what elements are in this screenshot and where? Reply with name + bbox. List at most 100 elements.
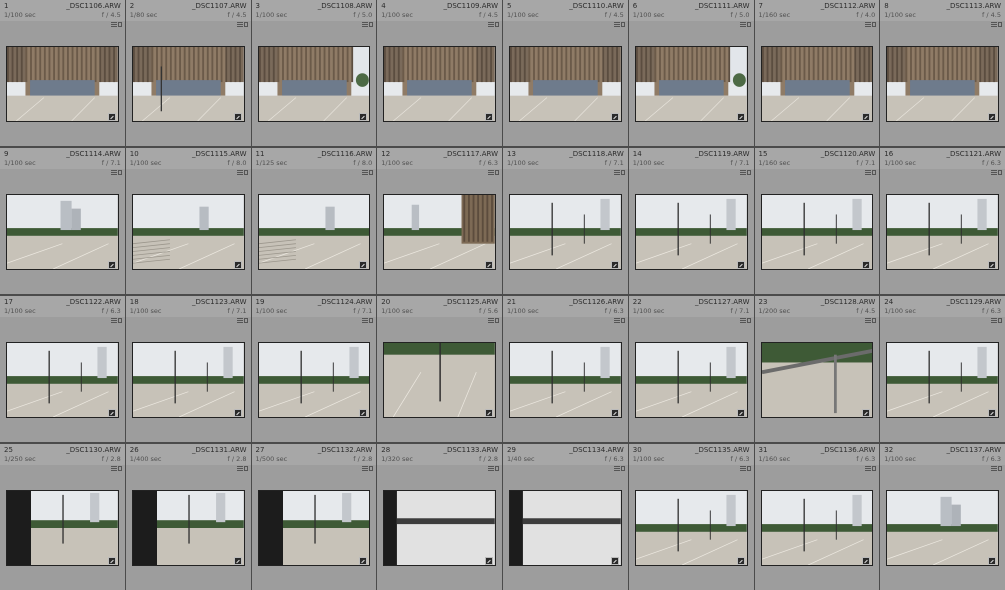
thumbnail-cell[interactable]: 2 _DSC1107.ARW 1/80 sec f / 4.5 bbox=[125, 0, 251, 146]
develop-settings-icon[interactable] bbox=[736, 261, 745, 269]
metadata-badge-icon[interactable] bbox=[488, 22, 499, 28]
photo-thumbnail[interactable] bbox=[886, 342, 999, 418]
metadata-badge-icon[interactable] bbox=[865, 466, 877, 472]
photo-thumbnail[interactable] bbox=[131, 490, 245, 566]
photo-thumbnail[interactable] bbox=[509, 490, 622, 566]
metadata-badge-icon[interactable] bbox=[488, 466, 499, 472]
thumbnail-cell[interactable]: 28 _DSC1133.ARW 1/320 sec f / 2.8 bbox=[377, 444, 502, 590]
thumbnail-cell[interactable]: 11 _DSC1116.ARW 1/125 sec f / 8.0 bbox=[251, 148, 377, 294]
thumbnail-cell[interactable]: 8 _DSC1113.ARW 1/100 sec f / 4.5 bbox=[880, 0, 1005, 146]
thumbnail-cell[interactable]: 7 _DSC1112.ARW 1/160 sec f / 4.0 bbox=[754, 0, 880, 146]
photo-thumbnail[interactable] bbox=[886, 194, 999, 270]
photo-thumbnail[interactable] bbox=[131, 342, 245, 418]
photo-thumbnail[interactable] bbox=[634, 46, 748, 122]
develop-settings-icon[interactable] bbox=[107, 557, 116, 565]
metadata-badge-icon[interactable] bbox=[613, 318, 625, 324]
thumbnail-cell[interactable]: 25 _DSC1130.ARW 1/250 sec f / 2.8 bbox=[0, 444, 125, 590]
metadata-badge-icon[interactable] bbox=[991, 466, 1002, 472]
thumbnail-cell[interactable]: 13 _DSC1118.ARW 1/100 sec f / 7.1 bbox=[503, 148, 628, 294]
metadata-badge-icon[interactable] bbox=[991, 170, 1002, 176]
develop-settings-icon[interactable] bbox=[610, 409, 619, 417]
thumbnail-cell[interactable]: 5 _DSC1110.ARW 1/100 sec f / 4.5 bbox=[503, 0, 628, 146]
metadata-badge-icon[interactable] bbox=[236, 170, 248, 176]
develop-settings-icon[interactable] bbox=[988, 261, 996, 269]
metadata-badge-icon[interactable] bbox=[865, 318, 877, 324]
photo-thumbnail[interactable] bbox=[886, 46, 999, 122]
thumbnail-cell[interactable]: 15 _DSC1120.ARW 1/160 sec f / 7.1 bbox=[754, 148, 880, 294]
develop-settings-icon[interactable] bbox=[359, 409, 368, 417]
develop-settings-icon[interactable] bbox=[485, 261, 493, 269]
thumbnail-cell[interactable]: 9 _DSC1114.ARW 1/100 sec f / 7.1 bbox=[0, 148, 125, 294]
photo-thumbnail[interactable] bbox=[383, 342, 496, 418]
develop-settings-icon[interactable] bbox=[485, 557, 493, 565]
thumbnail-cell[interactable]: 22 _DSC1127.ARW 1/100 sec f / 7.1 bbox=[628, 296, 754, 442]
metadata-badge-icon[interactable] bbox=[488, 170, 499, 176]
metadata-badge-icon[interactable] bbox=[362, 466, 374, 472]
thumbnail-cell[interactable]: 4 _DSC1109.ARW 1/100 sec f / 4.5 bbox=[377, 0, 502, 146]
metadata-badge-icon[interactable] bbox=[739, 466, 751, 472]
develop-settings-icon[interactable] bbox=[610, 261, 619, 269]
photo-thumbnail[interactable] bbox=[383, 46, 496, 122]
photo-thumbnail[interactable] bbox=[6, 490, 119, 566]
photo-thumbnail[interactable] bbox=[634, 490, 748, 566]
photo-thumbnail[interactable] bbox=[509, 342, 622, 418]
develop-settings-icon[interactable] bbox=[359, 261, 368, 269]
photo-thumbnail[interactable] bbox=[6, 46, 119, 122]
metadata-badge-icon[interactable] bbox=[236, 22, 248, 28]
develop-settings-icon[interactable] bbox=[485, 409, 493, 417]
photo-thumbnail[interactable] bbox=[257, 342, 371, 418]
develop-settings-icon[interactable] bbox=[233, 261, 242, 269]
photo-thumbnail[interactable] bbox=[886, 490, 999, 566]
develop-settings-icon[interactable] bbox=[610, 557, 619, 565]
develop-settings-icon[interactable] bbox=[359, 557, 368, 565]
develop-settings-icon[interactable] bbox=[485, 113, 493, 121]
thumbnail-cell[interactable]: 12 _DSC1117.ARW 1/100 sec f / 6.3 bbox=[377, 148, 502, 294]
thumbnail-cell[interactable]: 32 _DSC1137.ARW 1/100 sec f / 6.3 bbox=[880, 444, 1005, 590]
develop-settings-icon[interactable] bbox=[107, 261, 116, 269]
photo-thumbnail[interactable] bbox=[131, 46, 245, 122]
metadata-badge-icon[interactable] bbox=[739, 318, 751, 324]
thumbnail-cell[interactable]: 31 _DSC1136.ARW 1/160 sec f / 6.3 bbox=[754, 444, 880, 590]
metadata-badge-icon[interactable] bbox=[613, 22, 625, 28]
thumbnail-cell[interactable]: 17 _DSC1122.ARW 1/100 sec f / 6.3 bbox=[0, 296, 125, 442]
photo-thumbnail[interactable] bbox=[131, 194, 245, 270]
thumbnail-cell[interactable]: 19 _DSC1124.ARW 1/100 sec f / 7.1 bbox=[251, 296, 377, 442]
metadata-badge-icon[interactable] bbox=[236, 466, 248, 472]
develop-settings-icon[interactable] bbox=[107, 409, 116, 417]
photo-thumbnail[interactable] bbox=[760, 194, 874, 270]
photo-thumbnail[interactable] bbox=[383, 490, 496, 566]
metadata-badge-icon[interactable] bbox=[110, 466, 122, 472]
photo-thumbnail[interactable] bbox=[509, 194, 622, 270]
develop-settings-icon[interactable] bbox=[233, 409, 242, 417]
photo-thumbnail[interactable] bbox=[383, 194, 496, 270]
develop-settings-icon[interactable] bbox=[736, 409, 745, 417]
photo-thumbnail[interactable] bbox=[6, 194, 119, 270]
develop-settings-icon[interactable] bbox=[988, 409, 996, 417]
develop-settings-icon[interactable] bbox=[736, 557, 745, 565]
thumbnail-cell[interactable]: 10 _DSC1115.ARW 1/100 sec f / 8.0 bbox=[125, 148, 251, 294]
thumbnail-cell[interactable]: 29 _DSC1134.ARW 1/40 sec f / 6.3 bbox=[503, 444, 628, 590]
metadata-badge-icon[interactable] bbox=[362, 170, 374, 176]
photo-thumbnail[interactable] bbox=[760, 46, 874, 122]
develop-settings-icon[interactable] bbox=[359, 113, 368, 121]
develop-settings-icon[interactable] bbox=[736, 113, 745, 121]
develop-settings-icon[interactable] bbox=[862, 113, 871, 121]
photo-thumbnail[interactable] bbox=[634, 342, 748, 418]
thumbnail-cell[interactable]: 16 _DSC1121.ARW 1/100 sec f / 6.3 bbox=[880, 148, 1005, 294]
develop-settings-icon[interactable] bbox=[862, 557, 871, 565]
metadata-badge-icon[interactable] bbox=[991, 318, 1002, 324]
metadata-badge-icon[interactable] bbox=[739, 170, 751, 176]
metadata-badge-icon[interactable] bbox=[865, 170, 877, 176]
thumbnail-cell[interactable]: 24 _DSC1129.ARW 1/100 sec f / 6.3 bbox=[880, 296, 1005, 442]
metadata-badge-icon[interactable] bbox=[362, 22, 374, 28]
develop-settings-icon[interactable] bbox=[610, 113, 619, 121]
metadata-badge-icon[interactable] bbox=[613, 466, 625, 472]
metadata-badge-icon[interactable] bbox=[236, 318, 248, 324]
develop-settings-icon[interactable] bbox=[862, 409, 871, 417]
photo-thumbnail[interactable] bbox=[634, 194, 748, 270]
thumbnail-cell[interactable]: 23 _DSC1128.ARW 1/200 sec f / 4.5 bbox=[754, 296, 880, 442]
develop-settings-icon[interactable] bbox=[233, 557, 242, 565]
photo-thumbnail[interactable] bbox=[760, 490, 874, 566]
metadata-badge-icon[interactable] bbox=[362, 318, 374, 324]
photo-thumbnail[interactable] bbox=[6, 342, 119, 418]
